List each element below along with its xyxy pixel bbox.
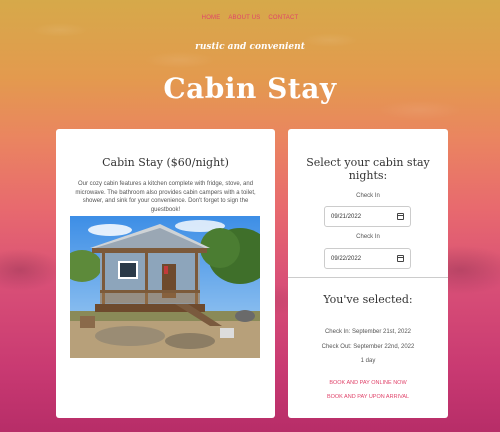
summary-nights: 1 day [360, 358, 376, 364]
summary-check-in: Check In: September 21st, 2022 [324, 329, 412, 335]
nav-contact-link[interactable]: CONTACT [268, 15, 298, 21]
hero-tagline: rustic and convenient [195, 42, 305, 52]
book-pay-online-link[interactable]: BOOK AND PAY ONLINE NOW [288, 380, 448, 386]
calendar-icon[interactable] [397, 255, 404, 262]
listing-description: Our cozy cabin features a kitchen comple… [75, 181, 256, 213]
summary-check-out: Check Out: September 22nd, 2022 [321, 344, 415, 350]
cabin-photo [70, 216, 260, 358]
calendar-icon[interactable] [397, 213, 404, 220]
nav-home-link[interactable]: HOME [202, 15, 221, 21]
hero-title: Cabin Stay [163, 72, 337, 105]
booking-heading: Select your cabin stay nights: [306, 156, 430, 182]
nav-about-link[interactable]: ABOUT US [228, 15, 260, 21]
check-out-label: Check In [356, 234, 380, 240]
check-in-date-input[interactable]: 09/21/2022 [324, 206, 411, 227]
check-in-value: 09/21/2022 [331, 213, 362, 220]
check-out-date-input[interactable]: 09/22/2022 [324, 248, 411, 269]
check-out-value: 09/22/2022 [331, 255, 362, 262]
check-in-label: Check In [356, 193, 380, 199]
booking-card: Select your cabin stay nights: Check In … [288, 129, 448, 418]
divider [288, 277, 448, 278]
listing-card: Cabin Stay ($60/night) Our cozy cabin fe… [56, 129, 275, 418]
listing-title: Cabin Stay ($60/night) [102, 156, 229, 169]
top-nav: HOME ABOUT US CONTACT [0, 15, 500, 21]
selected-heading: You've selected: [323, 293, 413, 306]
book-pay-arrival-link[interactable]: BOOK AND PAY UPON ARRIVAL [288, 394, 448, 400]
